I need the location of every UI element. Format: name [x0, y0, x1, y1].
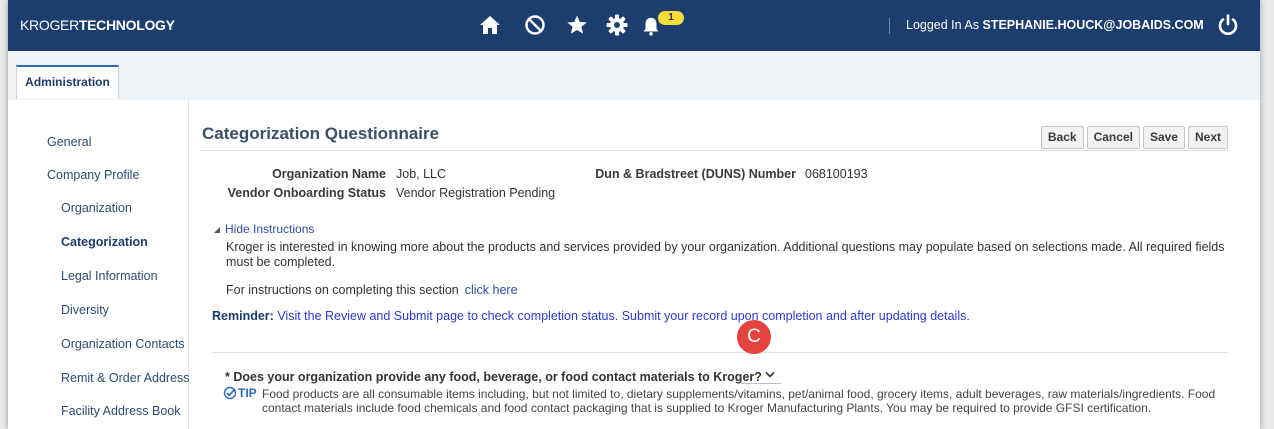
sidebar-item-organization-contacts[interactable]: Organization Contacts — [61, 337, 185, 351]
gear-icon[interactable] — [605, 13, 629, 37]
kroger-technology-logo[interactable]: KROGERTECHNOLOGY — [20, 17, 175, 33]
sidebar-item-categorization[interactable]: Categorization — [61, 235, 148, 249]
title-divider — [200, 150, 1228, 151]
sidebar-item-legal-information[interactable]: Legal Information — [61, 269, 158, 283]
duns-value: 068100193 — [805, 167, 868, 181]
logged-in-text: Logged In As STEPHANIE.HOUCK@JOBAIDS.COM — [906, 18, 1204, 32]
tab-administration[interactable]: Administration — [16, 65, 119, 99]
sidebar-item-diversity[interactable]: Diversity — [61, 303, 109, 317]
for-instructions-text: For instructions on completing this sect… — [226, 283, 518, 297]
tip-marker: TIP — [223, 386, 257, 400]
food-question-select[interactable] — [741, 368, 781, 384]
duns-label: Dun & Bradstreet (DUNS) Number — [595, 167, 796, 181]
hide-instructions-link[interactable]: Hide Instructions — [214, 222, 314, 236]
status-value: Vendor Registration Pending — [396, 186, 556, 200]
header-separator — [889, 18, 890, 34]
sidebar-item-general[interactable]: General — [47, 135, 91, 149]
sidebar-item-facility-address-book[interactable]: Facility Address Book — [61, 404, 181, 418]
blocked-icon[interactable] — [523, 13, 547, 37]
sidebar: General Company Profile Organization Cat… — [8, 100, 190, 429]
section-divider — [212, 352, 1228, 353]
star-icon[interactable] — [565, 13, 589, 37]
app-window: KROGERTECHNOLOGY 1 Logged In As STEPHANI… — [8, 0, 1260, 429]
home-icon[interactable] — [478, 13, 502, 37]
tab-bar: Administration — [8, 51, 1260, 100]
action-buttons: Back Cancel Save Next — [1038, 126, 1228, 149]
status-label: Vendor Onboarding Status — [227, 186, 386, 200]
notification-count-badge: 1 — [658, 11, 684, 25]
user-email: STEPHANIE.HOUCK@JOBAIDS.COM — [982, 18, 1204, 32]
callout-c-marker: C — [737, 320, 771, 354]
collapse-triangle-icon — [214, 227, 220, 233]
cancel-button[interactable]: Cancel — [1086, 126, 1140, 149]
top-bar: KROGERTECHNOLOGY 1 Logged In As STEPHANI… — [8, 0, 1260, 51]
save-button[interactable]: Save — [1142, 126, 1185, 149]
reminder-text: Reminder: Visit the Review and Submit pa… — [212, 309, 970, 323]
chevron-down-icon — [765, 371, 775, 378]
next-button[interactable]: Next — [1187, 126, 1228, 149]
back-button[interactable]: Back — [1040, 126, 1084, 149]
page-title: Categorization Questionnaire — [202, 124, 440, 143]
org-name-value: Job, LLC — [396, 167, 447, 181]
main-content: Categorization Questionnaire Back Cancel S… — [200, 100, 1240, 429]
check-circle-icon — [223, 386, 237, 400]
power-icon[interactable] — [1216, 13, 1240, 37]
food-question-label: * Does your organization provide any foo… — [225, 370, 762, 384]
click-here-link[interactable]: click here — [465, 283, 518, 297]
instructions-text: Kroger is interested in knowing more abo… — [226, 240, 1225, 269]
sidebar-item-company-profile[interactable]: Company Profile — [47, 168, 139, 182]
sidebar-item-remit-order-address[interactable]: Remit & Order Address — [61, 371, 190, 385]
tip-text: Food products are all consumable items i… — [262, 387, 1216, 415]
org-name-label: Organization Name — [272, 167, 386, 181]
sidebar-item-organization[interactable]: Organization — [61, 201, 132, 215]
